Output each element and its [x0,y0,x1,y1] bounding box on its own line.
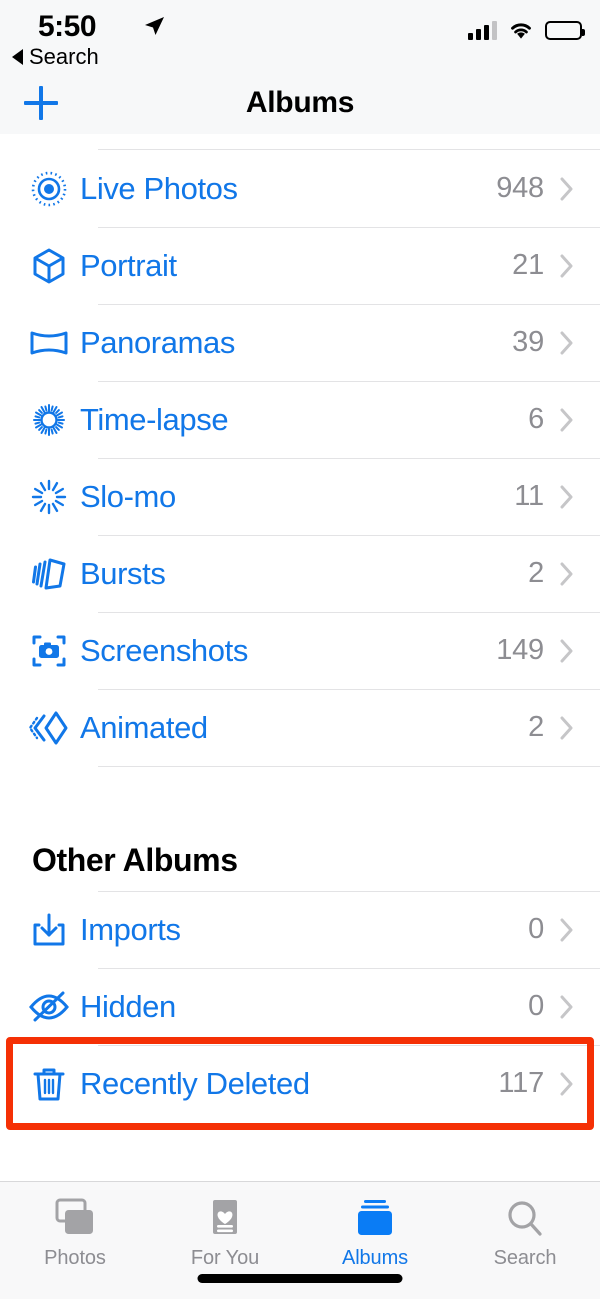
tab-photos[interactable]: Photos [0,1196,150,1270]
list-item-selfies-partial[interactable]: Selfies [0,134,600,150]
chevron-right-icon [560,716,573,739]
list-item-count: 948 [496,172,544,204]
chevron-right-icon [560,331,573,354]
chevron-right-icon [560,254,573,277]
list-item-recently-deleted[interactable]: Recently Deleted 117 [0,1045,600,1122]
portrait-cube-icon [26,243,80,289]
list-item-count: 2 [528,711,544,743]
list-item-label: Bursts [80,555,166,591]
section-header-other-albums: Other Albums [0,829,600,891]
photos-stack-icon [52,1196,98,1240]
wifi-icon [511,23,531,39]
list-item-count: 0 [528,990,544,1022]
list-item-label: Hidden [80,988,176,1024]
page-title: Albums [245,86,355,119]
animated-icon [26,705,80,751]
tab-label: Search [493,1247,557,1269]
tab-albums[interactable]: Albums [300,1196,450,1270]
screenshots-icon [26,628,80,674]
section-spacer [0,767,600,829]
chevron-right-icon [560,1072,573,1095]
chevron-right-icon [560,639,573,662]
home-indicator[interactable] [197,1274,403,1283]
list-item-label: Recently Deleted [80,1065,310,1101]
list-item-label: Animated [80,709,208,745]
list-item-bursts[interactable]: Bursts 2 [0,535,600,612]
tab-bar: Photos For You Albums Search [0,1181,600,1299]
panorama-icon [26,320,80,366]
selfies-icon [26,134,80,137]
list-item-portrait[interactable]: Portrait 21 [0,227,600,304]
tab-for-you[interactable]: For You [150,1196,300,1270]
status-time: 5:50 [38,10,97,43]
back-triangle-icon [12,49,23,65]
list-item-count: 39 [512,326,544,358]
search-magnifier-icon [504,1196,546,1240]
chevron-right-icon [560,408,573,431]
list-item-label: Time-lapse [80,401,229,437]
list-item-label: Portrait [80,247,177,283]
tab-label: Albums [341,1247,409,1269]
list-item-time-lapse[interactable]: Time-lapse 6 [0,381,600,458]
slo-mo-icon [26,474,80,520]
tab-label: For You [190,1247,260,1269]
list-item-label: Screenshots [80,632,248,668]
list-item-count: 21 [512,249,544,281]
chevron-right-icon [560,177,573,200]
for-you-heart-icon [205,1196,245,1240]
section-end-separator [0,766,600,767]
nav-bar: Albums [0,72,600,134]
list-item-label: Live Photos [80,170,238,206]
list-item-live-photos[interactable]: Live Photos 948 [0,150,600,227]
eye-slash-icon [26,984,80,1030]
albums-folder-icon [352,1196,398,1240]
time-lapse-icon [26,397,80,443]
live-photos-icon [26,166,80,212]
bursts-icon [26,551,80,597]
recently-deleted-highlight-wrapper: Recently Deleted 117 [0,1037,600,1130]
status-icons [468,20,585,40]
albums-list[interactable]: Selfies Live Photos 948 [0,134,600,1181]
list-item-count: 11 [514,480,544,512]
list-item-label: Panoramas [80,324,235,360]
add-album-button[interactable] [24,86,58,120]
list-item-animated[interactable]: Animated 2 [0,689,600,766]
back-label: Search [29,44,99,69]
list-item-panoramas[interactable]: Panoramas 39 [0,304,600,381]
location-arrow-icon [145,17,164,35]
tab-label: Photos [44,1247,106,1269]
import-tray-icon [26,907,80,953]
chevron-right-icon [560,995,573,1018]
list-item-label: Imports [80,911,181,947]
iphone-screen: 5:50 Search Albums Live Photos 948 Portr… [0,0,600,1299]
cellular-signal-icon [468,20,497,40]
back-to-search-indicator[interactable]: Search [12,44,99,70]
list-item-imports[interactable]: Imports 0 [0,891,600,968]
list-item-count: 0 [528,913,544,945]
battery-full-icon [545,21,585,40]
chevron-right-icon [560,918,573,941]
trash-icon [26,1061,80,1107]
chevron-right-icon [560,485,573,508]
tab-search[interactable]: Search [450,1196,600,1270]
list-item-hidden[interactable]: Hidden 0 [0,968,600,1045]
status-bar: 5:50 Search [0,0,600,72]
chevron-right-icon [560,562,573,585]
list-item-screenshots[interactable]: Screenshots 149 [0,612,600,689]
list-item-label: Slo-mo [80,478,176,514]
list-item-slo-mo[interactable]: Slo-mo 11 [0,458,600,535]
list-item-count: 6 [528,403,544,435]
list-item-count: 2 [528,557,544,589]
list-item-count: 149 [496,634,544,666]
list-item-count: 117 [498,1067,544,1099]
